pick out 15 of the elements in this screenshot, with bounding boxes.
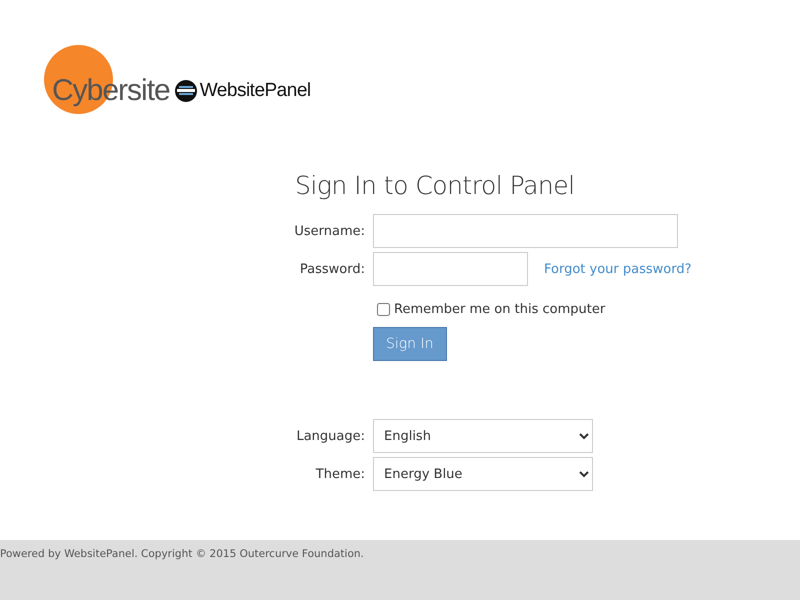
- theme-select[interactable]: Energy Blue: [373, 457, 593, 491]
- logo-product: WebsitePanel: [200, 80, 311, 102]
- theme-label: Theme:: [316, 466, 365, 482]
- language-label: Language:: [296, 428, 365, 444]
- globe-icon: [174, 78, 198, 102]
- page-title: Sign In to Control Panel: [295, 171, 576, 200]
- language-select[interactable]: English: [373, 419, 593, 453]
- remember-label: Remember me on this computer: [394, 302, 606, 317]
- remember-checkbox[interactable]: [377, 303, 390, 316]
- copyright-text: Powered by WebsitePanel. Copyright © 2015 Outercurve Foundation.: [0, 548, 364, 560]
- forgot-password-link[interactable]: Forgot your password?: [544, 262, 692, 276]
- password-label: Password:: [300, 262, 365, 276]
- password-field[interactable]: [373, 252, 528, 286]
- username-field[interactable]: [373, 214, 678, 248]
- username-label: Username:: [294, 224, 365, 238]
